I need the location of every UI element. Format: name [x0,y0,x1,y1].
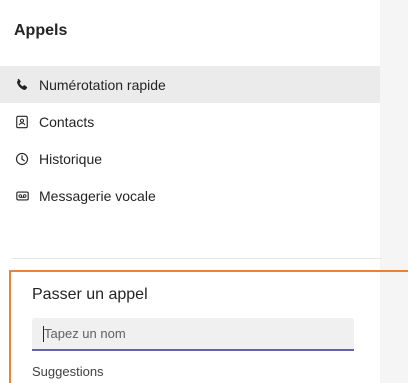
phone-icon [14,77,30,93]
page-title: Appels [14,22,68,39]
voicemail-icon [14,188,30,204]
text-caret [43,326,44,342]
nav-item-voicemail[interactable]: Messagerie vocale [0,177,380,214]
calls-app: Appels Numérotation rapide Contacts Hist… [0,0,408,383]
nav-item-label: Historique [39,150,103,167]
nav-item-label: Contacts [39,113,95,130]
nav-item-label: Numérotation rapide [39,76,166,93]
make-call-title: Passer un appel [32,286,148,303]
nav-item-speed-dial[interactable]: Numérotation rapide [0,66,380,103]
contacts-icon [14,114,30,130]
clock-icon [14,151,30,167]
nav-item-label: Messagerie vocale [39,187,156,204]
calls-nav: Numérotation rapide Contacts Historique [0,66,380,214]
name-search-input[interactable] [32,318,354,349]
nav-item-history[interactable]: Historique [0,140,380,177]
section-divider [12,258,382,259]
name-input-wrapper [32,318,354,351]
nav-item-contacts[interactable]: Contacts [0,103,380,140]
suggestions-label: Suggestions [32,364,104,379]
